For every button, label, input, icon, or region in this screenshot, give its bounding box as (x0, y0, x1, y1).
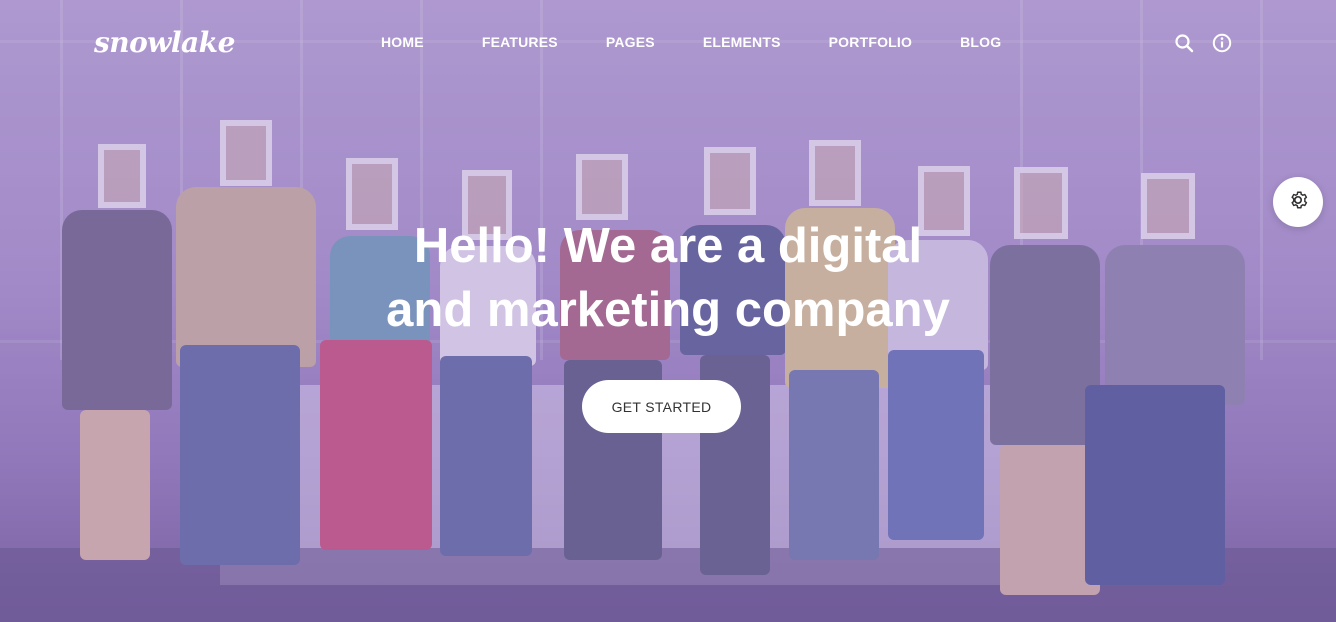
nav-item-features[interactable]: FEATURES (482, 34, 558, 50)
nav-item-blog[interactable]: BLOG (960, 34, 1001, 50)
nav-item-portfolio[interactable]: PORTFOLIO (829, 34, 912, 50)
get-started-button[interactable]: GET STARTED (582, 380, 741, 433)
info-icon[interactable] (1212, 33, 1232, 53)
logo[interactable]: snowlake (94, 26, 235, 59)
nav-item-elements[interactable]: ELEMENTS (703, 34, 781, 50)
headline-line-1: Hello! We are a digital (413, 219, 923, 273)
headline-line-2: and marketing company (386, 283, 950, 337)
nav-item-home[interactable]: HOME (381, 34, 424, 50)
hero-headline: Hello! We are a digital and marketing co… (368, 214, 968, 342)
nav-item-pages[interactable]: PAGES (606, 34, 655, 50)
settings-button[interactable] (1273, 177, 1323, 227)
search-icon[interactable] (1174, 33, 1194, 53)
gear-icon (1287, 189, 1309, 215)
main-nav: HOME FEATURES PAGES ELEMENTS PORTFOLIO B… (381, 34, 1001, 50)
